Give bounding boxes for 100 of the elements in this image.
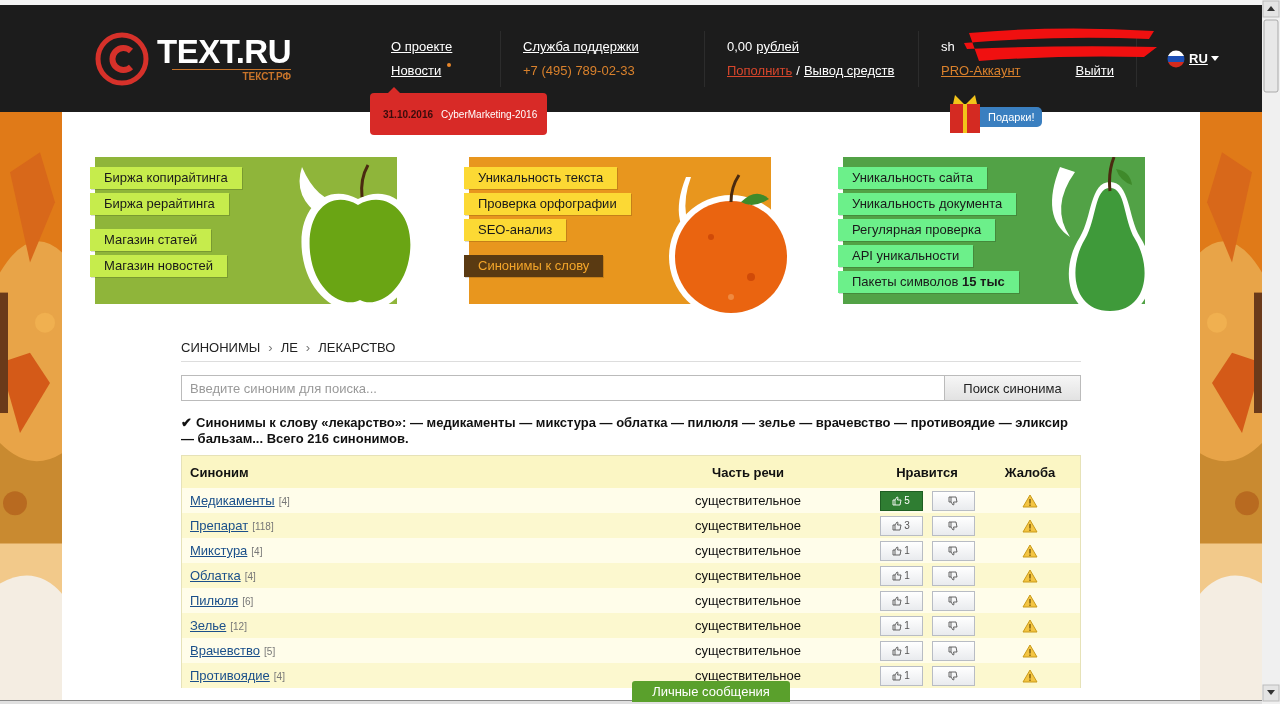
usage-count: [4] <box>251 546 263 557</box>
warning-icon[interactable] <box>1022 518 1038 533</box>
like-button[interactable]: 1 <box>879 665 923 686</box>
synonym-link[interactable]: Врачевство <box>190 643 261 658</box>
service-menu-item[interactable]: Проверка орфографии <box>464 193 631 215</box>
like-button[interactable]: 1 <box>879 565 923 586</box>
service-menu-item[interactable]: SEO-анализ <box>464 219 567 241</box>
nav-item[interactable]: Новости <box>391 63 452 78</box>
username: sh <box>941 39 955 54</box>
scrollbar[interactable] <box>1262 0 1280 704</box>
like-button[interactable]: 1 <box>879 590 923 611</box>
dislike-button[interactable] <box>931 540 975 561</box>
column-header: Жалоба <box>1003 464 1057 480</box>
part-of-speech: существительное <box>694 518 802 533</box>
usage-count: [4] <box>278 496 290 507</box>
warning-icon[interactable] <box>1022 543 1038 558</box>
part-of-speech: существительное <box>694 593 802 608</box>
like-button[interactable]: 3 <box>879 515 923 536</box>
dislike-button[interactable] <box>931 515 975 536</box>
thumbs-up-icon <box>892 495 903 506</box>
breadcrumb-link[interactable]: ЛЕКАРСТВО <box>318 340 396 355</box>
part-of-speech: существительное <box>694 618 802 633</box>
caret-icon <box>1210 56 1219 61</box>
pro-account-link[interactable]: PRO-Аккаунт <box>941 63 1021 78</box>
balance-amount: 0,00 <box>727 39 753 54</box>
synonym-link[interactable]: Зелье <box>190 618 227 633</box>
separator-text: / <box>796 63 800 78</box>
synonym-link[interactable]: Медикаменты <box>190 493 275 508</box>
like-button[interactable]: 1 <box>879 615 923 636</box>
dislike-button[interactable] <box>931 615 975 636</box>
thumbs-down-icon <box>948 645 958 656</box>
thumbs-down-icon <box>948 595 958 606</box>
dislike-button[interactable] <box>931 665 975 686</box>
like-button[interactable]: 5 <box>879 490 923 511</box>
service-menu-item[interactable]: Магазин статей <box>90 229 212 251</box>
thumbs-up-icon <box>892 645 903 656</box>
column-header: Нравится <box>895 464 959 480</box>
logo-subtitle: ТЕКСТ.РФ <box>172 68 291 83</box>
warning-icon[interactable] <box>1022 493 1038 508</box>
usage-count: [4] <box>273 671 285 682</box>
like-button[interactable]: 1 <box>879 540 923 561</box>
service-menu-item[interactable]: API уникальности <box>838 245 974 267</box>
dislike-button[interactable] <box>931 640 975 661</box>
synonyms-summary: ✔ Синонимы к слову «лекарство»: — медикаменты — микстура — облатка — пилюля — зелье — врачевство — противоядие — эликсир — бальзам... Всего 216 синонимов. <box>181 415 1069 447</box>
thumbs-up-icon <box>892 620 903 631</box>
part-of-speech: существительное <box>694 543 802 558</box>
usage-count: [12] <box>230 621 247 632</box>
nav-item[interactable]: О проекте <box>391 39 463 54</box>
column-header: Часть речи <box>711 464 785 480</box>
synonym-link[interactable]: Облатка <box>190 568 241 583</box>
warning-icon[interactable] <box>1022 643 1038 658</box>
service-menu-item[interactable]: Биржа рерайтинга <box>90 193 229 215</box>
dislike-button[interactable] <box>931 565 975 586</box>
part-of-speech: существительное <box>694 568 802 583</box>
breadcrumb-separator: › <box>305 340 311 355</box>
logout-link[interactable]: Выйти <box>1075 63 1114 78</box>
part-of-speech: существительное <box>694 643 802 658</box>
synonym-link[interactable]: Противоядие <box>190 668 270 683</box>
logo-title: TEXT.RU <box>157 34 291 69</box>
service-menu-item[interactable]: Пакеты символов 15 тыс <box>838 271 1019 293</box>
synonym-link[interactable]: Пилюля <box>190 593 239 608</box>
warning-icon[interactable] <box>1022 593 1038 608</box>
copyright-logo-icon <box>95 31 149 86</box>
breadcrumb-link[interactable]: ЛЕ <box>280 340 298 355</box>
support-link[interactable]: Служба поддержки <box>523 39 639 54</box>
search-field[interactable]: Введите синоним для поиска... <box>181 375 945 401</box>
like-button[interactable]: 1 <box>879 640 923 661</box>
warning-icon[interactable] <box>1022 668 1038 683</box>
usage-count: [5] <box>264 646 276 657</box>
thumbs-down-icon <box>948 570 958 581</box>
thumbs-up-icon <box>892 520 903 531</box>
service-menu-item[interactable]: Уникальность сайта <box>838 167 987 189</box>
usage-count: [118] <box>252 521 274 532</box>
thumbs-down-icon <box>948 495 958 506</box>
service-menu-item[interactable]: Биржа копирайтинга <box>90 167 242 189</box>
thumbs-up-icon <box>892 670 903 681</box>
dislike-button[interactable] <box>931 590 975 611</box>
dislike-button[interactable] <box>931 490 975 511</box>
thumbs-down-icon <box>948 620 958 631</box>
balance-link[interactable]: рублей <box>756 39 799 54</box>
topup-link[interactable]: Пополнить <box>727 63 793 78</box>
service-menu-item[interactable]: Уникальность документа <box>838 193 1017 215</box>
gifts-button[interactable]: Подарки! <box>980 107 1043 127</box>
service-menu-item[interactable]: Синонимы к слову <box>464 255 604 277</box>
withdraw-link[interactable]: Вывод средств <box>803 63 895 78</box>
service-menu-item[interactable]: Регулярная проверка <box>838 219 996 241</box>
breadcrumb-link[interactable]: СИНОНИМЫ <box>181 340 261 355</box>
part-of-speech: существительное <box>694 493 802 508</box>
thumbs-up-icon <box>892 595 903 606</box>
warning-icon[interactable] <box>1022 568 1038 583</box>
service-menu-item[interactable]: Уникальность текста <box>464 167 618 189</box>
synonym-link[interactable]: Микстура <box>190 543 248 558</box>
search-button[interactable]: Поиск синонима <box>945 375 1081 401</box>
warning-icon[interactable] <box>1022 618 1038 633</box>
column-header: Синоним <box>189 464 250 480</box>
synonym-link[interactable]: Препарат <box>190 518 249 533</box>
thumbs-up-icon <box>892 570 903 581</box>
language-dropdown[interactable]: RU <box>1189 51 1219 66</box>
usage-count: [4] <box>244 571 256 582</box>
service-menu-item[interactable]: Магазин новостей <box>90 255 227 277</box>
